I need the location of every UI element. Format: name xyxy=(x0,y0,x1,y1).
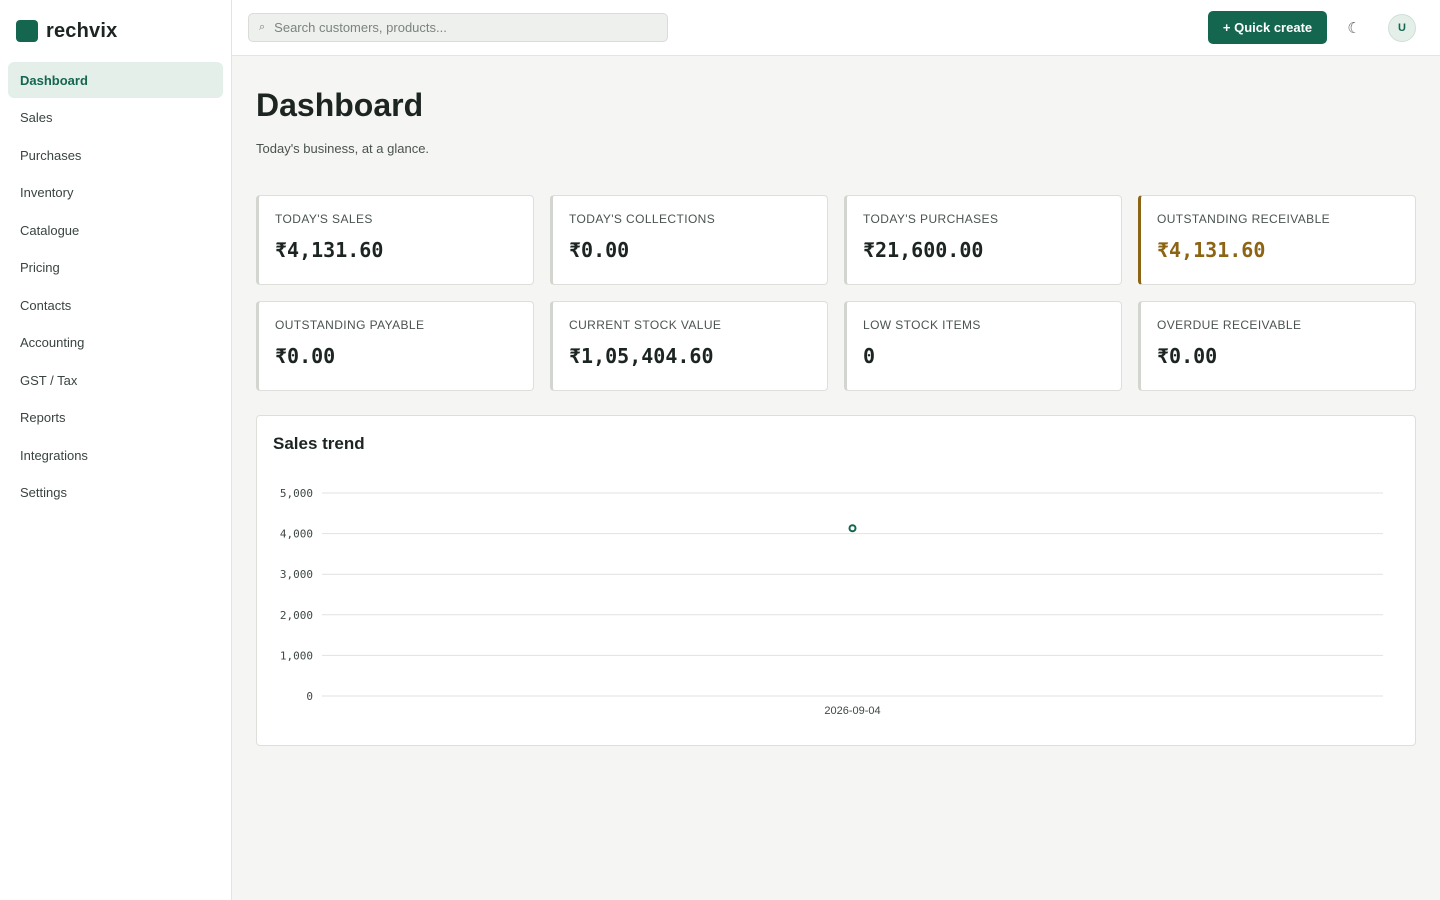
kpi-label: TODAY'S SALES xyxy=(275,212,373,226)
sidebar-item-accounting[interactable]: Accounting xyxy=(8,325,223,361)
sidebar-item-integrations[interactable]: Integrations xyxy=(8,437,223,473)
topbar: ⌕ + Quick create ☾ U xyxy=(232,0,1440,56)
brand[interactable]: rechvix xyxy=(0,0,231,62)
y-tick-label: 5,000 xyxy=(280,487,313,500)
kpi-grid: TODAY'S SALES ₹4,131.60 TODAY'S COLLECTI… xyxy=(256,195,1416,391)
kpi-label: OVERDUE RECEIVABLE xyxy=(1157,318,1302,332)
sales-trend-card: Sales trend 0 1,000 2,000 3,000 4,000 5,000 20… xyxy=(256,415,1416,746)
y-tick-label: 4,000 xyxy=(280,528,313,541)
search-input[interactable] xyxy=(274,20,655,35)
app-name: rechvix xyxy=(46,19,118,42)
kpi-label: CURRENT STOCK VALUE xyxy=(569,318,722,332)
sidebar-item-inventory[interactable]: Inventory xyxy=(8,175,223,211)
kpi-value: ₹4,131.60 xyxy=(1157,238,1266,262)
kpi-label: TODAY'S PURCHASES xyxy=(863,212,999,226)
sidebar-item-reports[interactable]: Reports xyxy=(8,400,223,436)
kpi-label: OUTSTANDING PAYABLE xyxy=(275,318,425,332)
kpi-card-todays-collections[interactable]: TODAY'S COLLECTIONS ₹0.00 xyxy=(550,195,828,285)
kpi-label: LOW STOCK ITEMS xyxy=(863,318,981,332)
main-content: Dashboard Today's business, at a glance.… xyxy=(256,56,1416,746)
kpi-value: ₹0.00 xyxy=(569,238,630,262)
kpi-value: ₹4,131.60 xyxy=(275,238,384,262)
kpi-value: ₹1,05,404.60 xyxy=(569,344,714,368)
kpi-value: ₹0.00 xyxy=(275,344,336,368)
sidebar-item-purchases[interactable]: Purchases xyxy=(8,137,223,173)
sidebar-item-settings[interactable]: Settings xyxy=(8,475,223,511)
data-point xyxy=(848,524,857,533)
sidebar-item-contacts[interactable]: Contacts xyxy=(8,287,223,323)
logo-icon xyxy=(16,20,38,42)
kpi-card-todays-purchases[interactable]: TODAY'S PURCHASES ₹21,600.00 xyxy=(844,195,1122,285)
search-icon: ⌕ xyxy=(259,21,266,33)
y-tick-label: 2,000 xyxy=(280,609,313,622)
kpi-card-overdue-receivable[interactable]: OVERDUE RECEIVABLE ₹0.00 xyxy=(1138,301,1416,391)
kpi-card-current-stock-value[interactable]: CURRENT STOCK VALUE ₹1,05,404.60 xyxy=(550,301,828,391)
sales-trend-chart: 0 1,000 2,000 3,000 4,000 5,000 2026-09-04 xyxy=(280,487,1383,717)
x-tick-label: 2026-09-04 xyxy=(824,705,880,717)
page-title: Dashboard xyxy=(256,87,424,123)
kpi-card-outstanding-receivable[interactable]: OUTSTANDING RECEIVABLE ₹4,131.60 xyxy=(1138,195,1416,285)
kpi-value: ₹0.00 xyxy=(1157,344,1218,368)
sidebar-item-pricing[interactable]: Pricing xyxy=(8,250,223,286)
kpi-value: ₹21,600.00 xyxy=(863,238,984,262)
moon-icon[interactable]: ☾ xyxy=(1340,14,1368,42)
kpi-card-outstanding-payable[interactable]: OUTSTANDING PAYABLE ₹0.00 xyxy=(256,301,534,391)
kpi-value: 0 xyxy=(863,344,876,368)
sidebar-item-gst-tax[interactable]: GST / Tax xyxy=(8,362,223,398)
sidebar-item-catalogue[interactable]: Catalogue xyxy=(8,212,223,248)
kpi-label: OUTSTANDING RECEIVABLE xyxy=(1157,212,1331,226)
quick-create-button[interactable]: + Quick create xyxy=(1208,11,1327,44)
kpi-card-low-stock-items[interactable]: LOW STOCK ITEMS 0 xyxy=(844,301,1122,391)
kpi-card-todays-sales[interactable]: TODAY'S SALES ₹4,131.60 xyxy=(256,195,534,285)
y-tick-label: 1,000 xyxy=(280,649,313,662)
sidebar-item-dashboard[interactable]: Dashboard xyxy=(8,62,223,98)
sidebar-nav: Dashboard Sales Purchases Inventory Cata… xyxy=(0,62,231,511)
sidebar-item-sales[interactable]: Sales xyxy=(8,100,223,136)
page-subtitle: Today's business, at a glance. xyxy=(256,141,430,156)
y-tick-label: 0 xyxy=(306,690,313,703)
search-box[interactable]: ⌕ xyxy=(248,13,668,42)
kpi-label: TODAY'S COLLECTIONS xyxy=(569,212,716,226)
y-tick-label: 3,000 xyxy=(280,568,313,581)
sidebar: rechvix Dashboard Sales Purchases Invent… xyxy=(0,0,232,900)
avatar[interactable]: U xyxy=(1388,14,1416,42)
